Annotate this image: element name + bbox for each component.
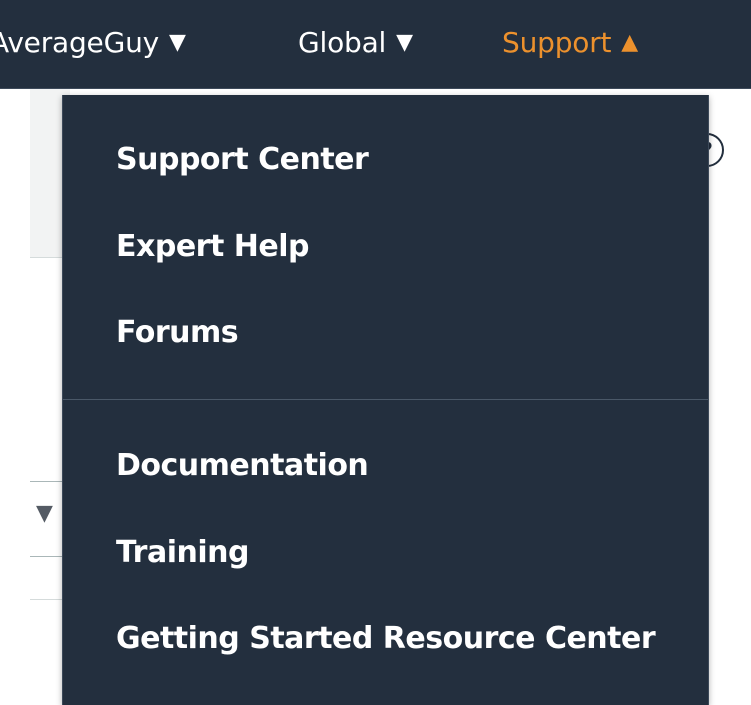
support-dropdown-menu: Support Center Expert Help Forums Docume…: [62, 95, 709, 705]
menu-item-getting-started-resource-center[interactable]: Getting Started Resource Center: [116, 621, 656, 656]
menu-item-expert-help[interactable]: Expert Help: [116, 229, 309, 264]
top-navigation-bar: AverageGuy ▼ Global ▼ Support ▲: [0, 0, 751, 89]
support-label: Support: [502, 25, 612, 59]
caret-up-icon: ▲: [621, 29, 639, 55]
menu-item-documentation[interactable]: Documentation: [116, 448, 369, 483]
region-menu-button[interactable]: Global ▼: [298, 24, 413, 60]
account-menu-button[interactable]: AverageGuy ▼: [0, 24, 186, 60]
support-menu-button[interactable]: Support ▲: [502, 24, 638, 60]
select-caret-icon[interactable]: ▼: [36, 501, 53, 526]
menu-item-forums[interactable]: Forums: [116, 315, 239, 350]
menu-divider: [63, 399, 708, 400]
caret-down-icon: ▼: [396, 29, 413, 55]
region-label: Global: [298, 25, 387, 59]
menu-item-support-center[interactable]: Support Center: [116, 142, 369, 177]
caret-down-icon: ▼: [169, 29, 186, 55]
console-window: ▼ ? AverageGuy ▼ Global ▼ Support ▲ Supp…: [0, 0, 751, 705]
menu-item-training[interactable]: Training: [116, 535, 249, 570]
page-right-area: [707, 89, 751, 705]
account-label: AverageGuy: [0, 25, 159, 59]
page-left-strip: [0, 89, 30, 705]
